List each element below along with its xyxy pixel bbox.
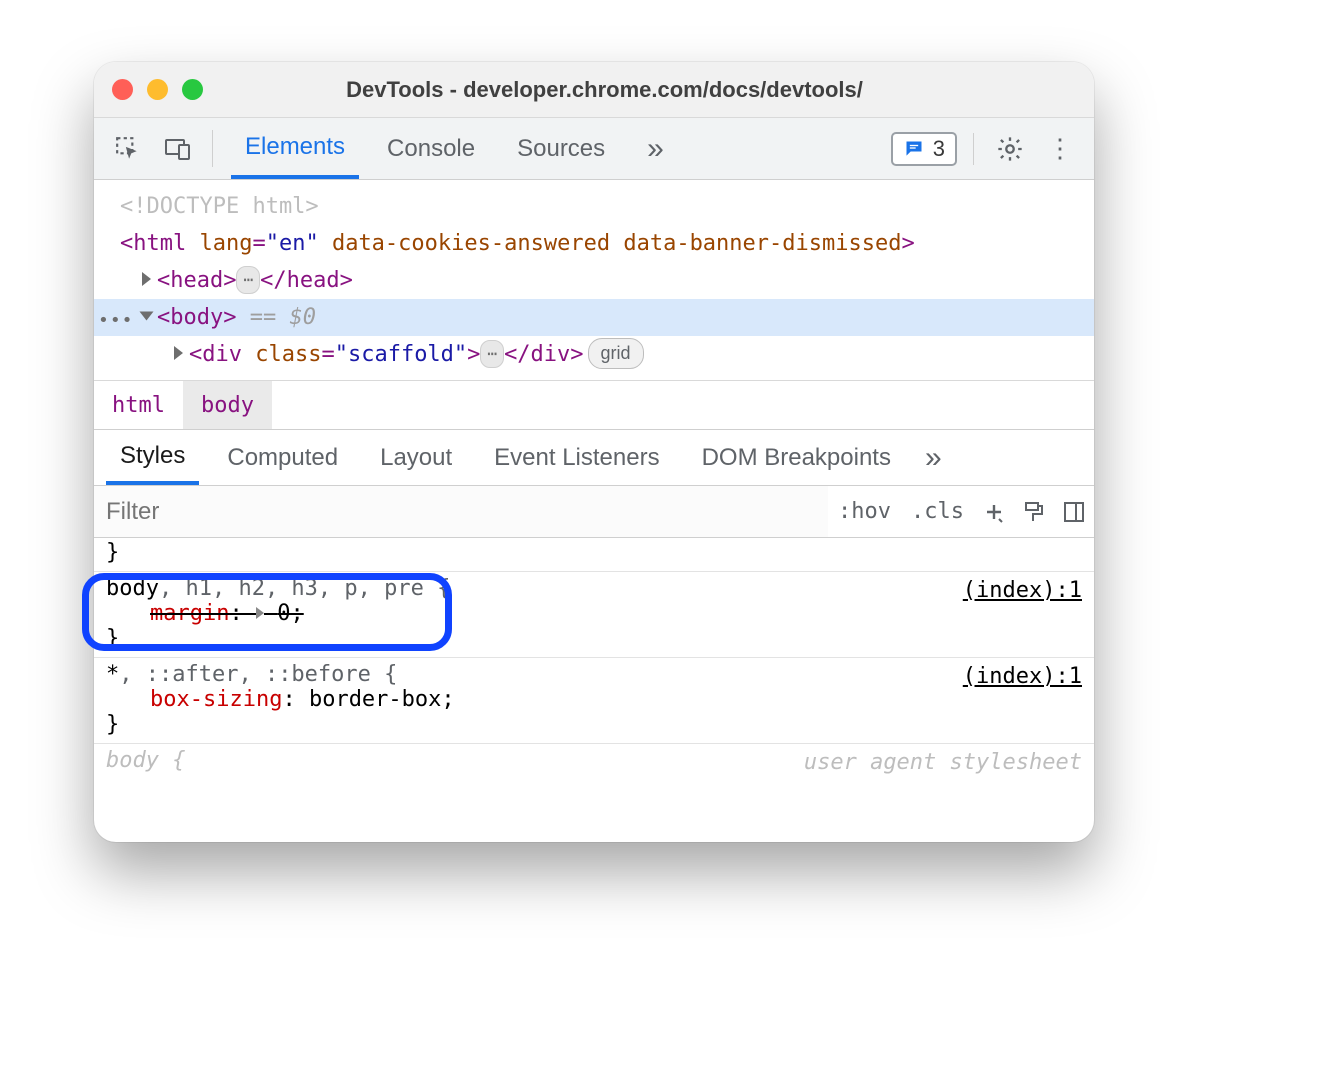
attr-name: lang xyxy=(199,231,252,256)
subtabs-overflow-icon[interactable]: » xyxy=(919,430,948,485)
devtools-window: DevTools - developer.chrome.com/docs/dev… xyxy=(94,62,1094,842)
dom-html-open[interactable]: <html lang="en" data-cookies-answered da… xyxy=(94,225,1094,262)
attr-rest: data-cookies-answered data-banner-dismis… xyxy=(319,231,902,256)
dom-tree[interactable]: <!DOCTYPE html> <html lang="en" data-coo… xyxy=(94,180,1094,380)
tag-head: <head> xyxy=(157,268,236,293)
subtab-layout[interactable]: Layout xyxy=(366,430,466,485)
attr-value: "scaffold" xyxy=(335,342,467,367)
dom-announcement-banner[interactable]: <announcement-banner class="cookie-banne… xyxy=(94,373,1094,380)
selector[interactable]: *, ::after, ::before { xyxy=(106,662,1082,687)
subtab-event-listeners[interactable]: Event Listeners xyxy=(480,430,673,485)
dom-div-scaffold[interactable]: <div class="scaffold">⋯</div>grid xyxy=(94,336,1094,373)
title-prefix: DevTools - xyxy=(346,77,463,102)
selection-ellipsis-icon: ••• xyxy=(98,307,134,334)
chat-icon xyxy=(903,139,925,159)
expand-icon[interactable] xyxy=(174,346,183,360)
crumb-html[interactable]: html xyxy=(94,381,183,429)
subtab-computed[interactable]: Computed xyxy=(213,430,352,485)
dom-breadcrumbs: html body xyxy=(94,380,1094,430)
tag-html: <html xyxy=(120,231,199,256)
tag-head-close: </head> xyxy=(260,268,353,293)
dom-body-selected[interactable]: ••• <body> == $0 xyxy=(94,299,1094,336)
panel-tabs: Elements Console Sources » xyxy=(225,118,885,179)
styles-toolbar: :hov .cls xyxy=(94,486,1094,538)
value-expand-icon[interactable] xyxy=(256,607,264,619)
dom-head[interactable]: <head>⋯</head> xyxy=(94,262,1094,299)
css-property-value: 0 xyxy=(277,601,290,626)
issues-count: 3 xyxy=(933,136,945,162)
grid-badge[interactable]: grid xyxy=(588,338,644,369)
cls-toggle[interactable]: .cls xyxy=(901,499,974,524)
tabs-overflow-icon[interactable]: » xyxy=(633,118,678,179)
settings-icon[interactable] xyxy=(990,129,1030,169)
sidebar-tabs: Styles Computed Layout Event Listeners D… xyxy=(94,430,1094,486)
dom-doctype[interactable]: <!DOCTYPE html> xyxy=(94,188,1094,225)
collapsed-pill[interactable]: ⋯ xyxy=(480,340,504,368)
brace-close: } xyxy=(106,626,1082,651)
toolbar-separator xyxy=(973,133,974,165)
titlebar: DevTools - developer.chrome.com/docs/dev… xyxy=(94,62,1094,118)
attr-value: "en" xyxy=(266,231,319,256)
hover-toggle[interactable]: :hov xyxy=(828,499,901,524)
toolbar-right: 3 ⋮ xyxy=(891,118,1086,179)
paint-format-icon[interactable] xyxy=(1014,500,1054,524)
tag-body: <body> xyxy=(157,305,236,330)
style-rule-body[interactable]: (index):1 body, h1, h2, h3, p, pre { mar… xyxy=(94,572,1094,658)
expand-icon[interactable] xyxy=(142,272,151,286)
source-link[interactable]: (index):1 xyxy=(963,664,1082,689)
css-property-name: box-sizing xyxy=(150,687,282,712)
tab-elements[interactable]: Elements xyxy=(231,118,359,179)
css-declaration[interactable]: margin: 0; xyxy=(106,601,1082,626)
subtab-dom-breakpoints[interactable]: DOM Breakpoints xyxy=(688,430,905,485)
css-property-value: border-box xyxy=(309,687,441,712)
attr-name: class xyxy=(467,379,533,380)
tab-console[interactable]: Console xyxy=(373,118,489,179)
toolbar-separator xyxy=(212,130,213,167)
css-property-name: margin xyxy=(150,601,229,626)
inspect-element-icon[interactable] xyxy=(106,118,150,179)
style-rule-universal[interactable]: (index):1 *, ::after, ::before { box-siz… xyxy=(94,658,1094,744)
rule-fragment-close[interactable]: } xyxy=(94,538,1094,572)
window-title: DevTools - developer.chrome.com/docs/dev… xyxy=(133,77,1076,103)
collapse-icon[interactable] xyxy=(140,312,154,321)
close-window-button[interactable] xyxy=(112,79,133,100)
attr-value: "cookie-banner hairline-top" xyxy=(547,379,918,380)
styles-filter-input[interactable] xyxy=(94,486,828,537)
console-ref: == $0 xyxy=(236,305,315,330)
selector[interactable]: body, h1, h2, h3, p, pre { xyxy=(106,576,1082,601)
selector-match: body xyxy=(106,576,159,601)
issues-badge[interactable]: 3 xyxy=(891,132,957,166)
collapsed-pill[interactable]: ⋯ xyxy=(236,266,260,294)
title-url: developer.chrome.com/docs/devtools/ xyxy=(463,77,863,102)
main-toolbar: Elements Console Sources » 3 ⋮ xyxy=(94,118,1094,180)
attr-name: class xyxy=(255,342,321,367)
brace-close: } xyxy=(106,540,1082,565)
tag-div: <div xyxy=(189,342,255,367)
tag-end: > xyxy=(902,231,915,256)
computed-sidebar-icon[interactable] xyxy=(1054,500,1094,524)
crumb-body[interactable]: body xyxy=(183,381,272,429)
style-rule-ua[interactable]: user agent stylesheet body { xyxy=(94,744,1094,779)
new-rule-icon[interactable] xyxy=(974,500,1014,524)
tag-ab: <announcement-banner xyxy=(189,379,467,380)
css-declaration[interactable]: box-sizing: border-box; xyxy=(106,687,1082,712)
subtab-styles[interactable]: Styles xyxy=(106,430,199,485)
tab-sources[interactable]: Sources xyxy=(503,118,619,179)
styles-pane: } (index):1 body, h1, h2, h3, p, pre { m… xyxy=(94,538,1094,842)
tag-end: > xyxy=(467,342,480,367)
source-link[interactable]: (index):1 xyxy=(963,578,1082,603)
source-link-ua[interactable]: user agent stylesheet xyxy=(804,750,1082,775)
selector-rest: , h1, h2, h3, p, pre { xyxy=(159,576,450,601)
device-toolbar-icon[interactable] xyxy=(156,118,200,179)
tag-div-close: </div> xyxy=(504,342,583,367)
brace-close: } xyxy=(106,712,1082,737)
kebab-menu-icon[interactable]: ⋮ xyxy=(1040,129,1080,169)
